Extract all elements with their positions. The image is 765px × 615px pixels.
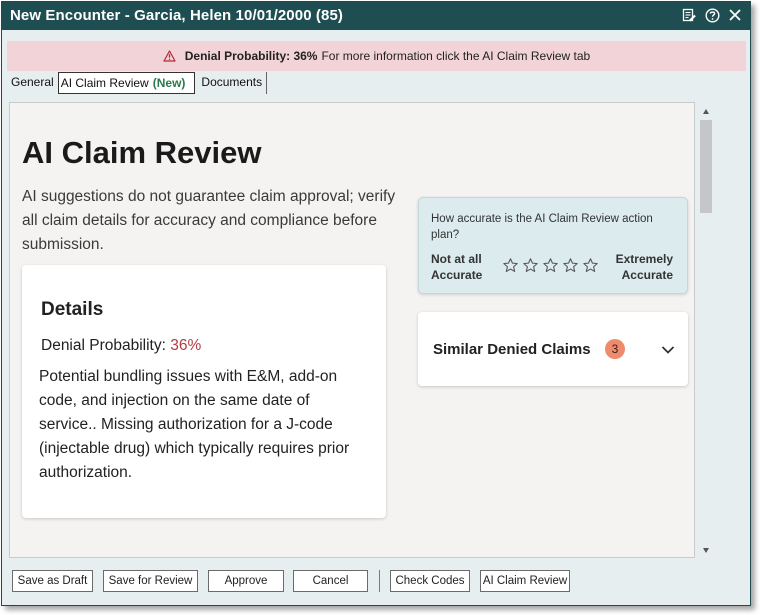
- ai-claim-review-panel: AI Claim Review AI suggestions do not gu…: [9, 102, 695, 558]
- disclaimer-text: AI suggestions do not guarantee claim ap…: [22, 188, 396, 253]
- star-rating: [502, 257, 599, 274]
- window-title: New Encounter - Garcia, Helen 10/01/2000…: [10, 7, 343, 24]
- rating-low-line2: Accurate: [431, 268, 483, 282]
- check-codes-button[interactable]: Check Codes: [390, 570, 470, 592]
- similar-denied-claims[interactable]: Similar Denied Claims 3: [418, 312, 688, 386]
- details-card: Details Denial Probability: 36% Potentia…: [22, 265, 386, 518]
- title-bar: New Encounter - Garcia, Helen 10/01/2000…: [2, 2, 750, 30]
- denial-probability: Denial Probability: 36%: [41, 337, 201, 355]
- rating-question: How accurate is the AI Claim Review acti…: [431, 213, 653, 241]
- new-badge: (New): [152, 76, 186, 90]
- rating-high-line1: Extremely: [615, 252, 673, 266]
- denial-probability-label: Denial Probability:: [41, 337, 166, 354]
- similar-claims-count: 3: [605, 339, 625, 359]
- cancel-button[interactable]: Cancel: [293, 570, 368, 592]
- approve-button[interactable]: Approve: [208, 570, 284, 592]
- action-bar: Save as Draft Save for Review Approve Ca…: [12, 570, 570, 592]
- tab-general-label: General: [11, 75, 54, 89]
- tab-bar: General AI Claim Review (New) Documents: [7, 72, 268, 94]
- scroll-down-icon[interactable]: [703, 548, 709, 553]
- similar-denied-claims-label: Similar Denied Claims: [433, 341, 591, 358]
- rating-low-line1: Not at all: [431, 252, 482, 266]
- scroll-thumb[interactable]: [700, 120, 712, 213]
- warning-icon: [163, 50, 176, 62]
- tab-ai-claim-review-label: AI Claim Review: [60, 76, 149, 90]
- star-icon[interactable]: [522, 257, 539, 274]
- save-as-draft-button[interactable]: Save as Draft: [12, 570, 93, 592]
- tab-general[interactable]: General: [7, 72, 58, 94]
- banner-probability: Denial Probability: 36%: [184, 49, 318, 63]
- save-for-review-button[interactable]: Save for Review: [103, 570, 198, 592]
- vertical-scrollbar[interactable]: [697, 102, 715, 558]
- accuracy-rating-card: How accurate is the AI Claim Review acti…: [418, 197, 688, 294]
- footer-divider: [379, 570, 380, 592]
- banner-text: For more information click the AI Claim …: [321, 49, 591, 63]
- tab-documents[interactable]: Documents: [197, 72, 268, 94]
- help-icon[interactable]: [703, 6, 721, 24]
- chevron-down-icon[interactable]: [661, 342, 675, 360]
- edit-note-icon[interactable]: [680, 6, 698, 24]
- rating-low-label: Not at all Accurate: [431, 251, 482, 283]
- close-icon[interactable]: [726, 6, 744, 24]
- star-icon[interactable]: [562, 257, 579, 274]
- ai-claim-review-button[interactable]: AI Claim Review: [480, 570, 570, 592]
- star-icon[interactable]: [542, 257, 559, 274]
- star-icon[interactable]: [502, 257, 519, 274]
- details-heading: Details: [41, 299, 104, 320]
- details-description: Potential bundling issues with E&M, add-…: [39, 368, 350, 481]
- denial-banner: Denial Probability: 36% For more informa…: [7, 41, 746, 71]
- tab-documents-label: Documents: [201, 75, 263, 89]
- scroll-up-icon[interactable]: [703, 109, 709, 114]
- title-bar-icons: [680, 6, 744, 24]
- tab-ai-claim-review[interactable]: AI Claim Review (New): [57, 72, 196, 94]
- rating-high-label: Extremely Accurate: [616, 251, 673, 283]
- rating-high-line2: Accurate: [621, 268, 673, 282]
- encounter-window: New Encounter - Garcia, Helen 10/01/2000…: [1, 1, 751, 606]
- page-title: AI Claim Review: [22, 135, 262, 170]
- star-icon[interactable]: [582, 257, 599, 274]
- denial-probability-value: 36%: [170, 337, 202, 354]
